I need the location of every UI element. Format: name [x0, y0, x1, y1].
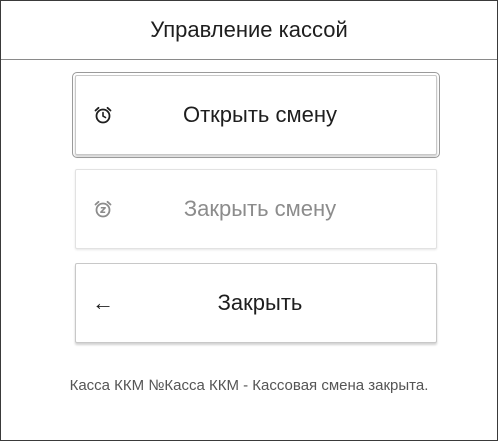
arrow-left-glyph: ← — [92, 290, 114, 315]
close-button[interactable]: ← Закрыть — [75, 263, 437, 343]
close-shift-button[interactable]: Закрыть смену — [75, 169, 437, 249]
arrow-left-icon: ← — [92, 292, 114, 314]
close-shift-label: Закрыть смену — [183, 196, 337, 221]
cash-register-dialog: Управление кассой Открыть смену Закрыть … — [0, 0, 498, 441]
close-label: Закрыть — [217, 290, 303, 315]
open-shift-button[interactable]: Открыть смену — [72, 72, 440, 158]
status-message: Касса ККМ №Касса ККМ - Кассовая смена за… — [69, 377, 429, 394]
alarm-snooze-icon — [92, 198, 114, 220]
open-shift-label: Открыть смену — [182, 102, 338, 127]
dialog-title: Управление кассой — [1, 1, 497, 60]
alarm-clock-icon — [92, 104, 114, 126]
